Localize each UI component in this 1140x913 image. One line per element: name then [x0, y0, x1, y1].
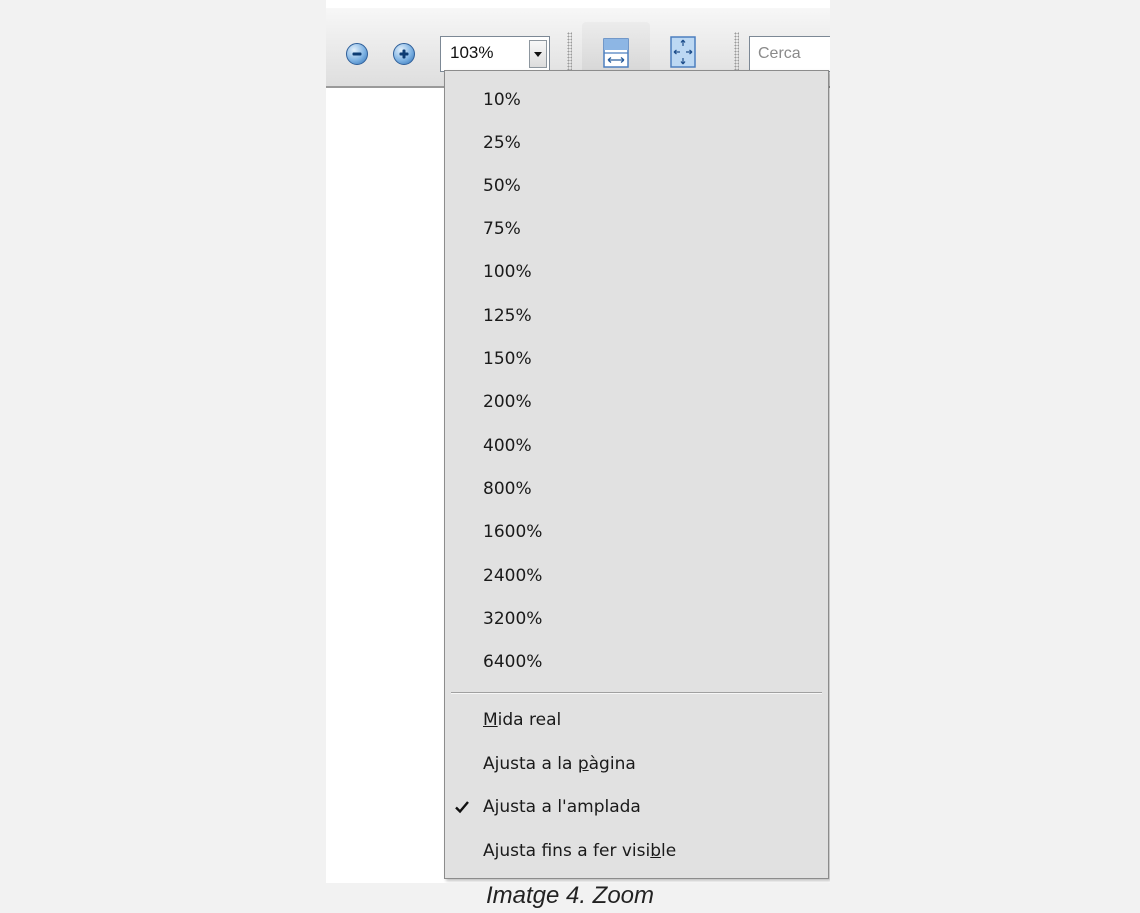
- zoom-preset-item[interactable]: 3200%: [445, 599, 828, 639]
- zoom-combobox[interactable]: 103%: [440, 36, 550, 72]
- zoom-preset-item[interactable]: 10%: [445, 80, 828, 120]
- zoom-preset-item[interactable]: 100%: [445, 252, 828, 292]
- zoom-preset-item[interactable]: 75%: [445, 209, 828, 249]
- zoom-preset-item[interactable]: 150%: [445, 339, 828, 379]
- figure-caption: Imatge 4. Zoom: [485, 882, 655, 909]
- chevron-down-icon: [534, 51, 542, 57]
- zoom-preset-item[interactable]: 50%: [445, 166, 828, 206]
- menu-item-fit-visible[interactable]: Ajusta fins a fer visible: [445, 831, 828, 871]
- zoom-preset-item[interactable]: 200%: [445, 382, 828, 422]
- menu-item-label: Ajusta a l'amplada: [483, 797, 641, 817]
- fit-visible-icon: [670, 36, 696, 68]
- menu-item-fit-width[interactable]: Ajusta a l'amplada: [445, 787, 828, 827]
- zoom-out-button[interactable]: [346, 43, 368, 65]
- zoom-preset-item[interactable]: 400%: [445, 426, 828, 466]
- menu-separator: [451, 692, 822, 694]
- menu-item-fit-page[interactable]: Ajusta a la pàgina: [445, 744, 828, 784]
- zoom-preset-item[interactable]: 1600%: [445, 512, 828, 552]
- menu-item-label: Ajusta fins a fer visible: [483, 841, 677, 861]
- zoom-menu: 10% 25% 50% 75% 100% 125% 150% 200% 400%…: [444, 70, 829, 879]
- search-input[interactable]: [749, 36, 830, 72]
- check-icon: [455, 801, 469, 814]
- zoom-preset-item[interactable]: 125%: [445, 296, 828, 336]
- zoom-preset-item[interactable]: 6400%: [445, 642, 828, 682]
- zoom-in-icon: [399, 49, 409, 59]
- menu-item-label: Mida real: [483, 710, 562, 730]
- menu-item-label: Ajusta a la pàgina: [483, 754, 636, 774]
- zoom-preset-item[interactable]: 2400%: [445, 556, 828, 596]
- zoom-value[interactable]: 103%: [450, 43, 493, 63]
- zoom-preset-item[interactable]: 25%: [445, 123, 828, 163]
- zoom-dropdown-button[interactable]: [529, 40, 547, 68]
- fit-visible-button[interactable]: [668, 32, 698, 72]
- screenshot: 103% Cerca 10% 25% 50% 75% 100% 125% 150…: [326, 0, 830, 883]
- zoom-in-button[interactable]: [393, 43, 415, 65]
- zoom-preset-item[interactable]: 800%: [445, 469, 828, 509]
- zoom-out-icon: [352, 52, 362, 56]
- fit-width-icon: [603, 38, 629, 68]
- menu-item-actual-size[interactable]: Mida real: [445, 700, 828, 740]
